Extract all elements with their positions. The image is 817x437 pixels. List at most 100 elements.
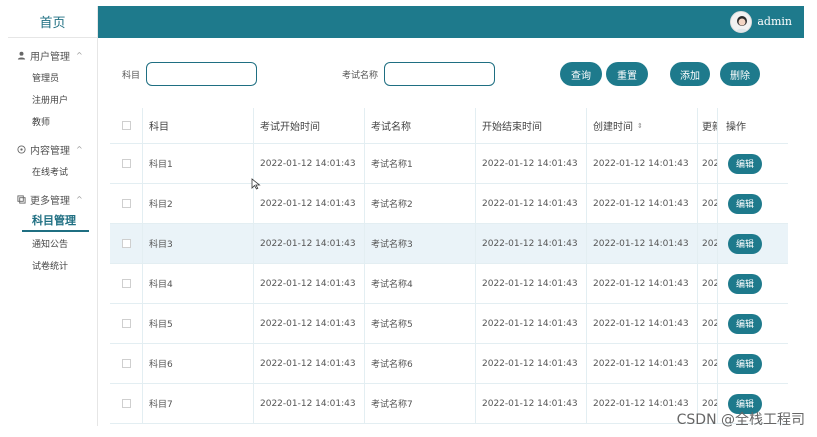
cell-exam-name: 考试名称7 bbox=[365, 384, 476, 423]
cell-exam-name: 考试名称1 bbox=[365, 144, 476, 183]
select-all-checkbox[interactable] bbox=[121, 121, 131, 130]
cell-created-time: 2022-01-12 14:01:43 bbox=[587, 184, 698, 223]
cell-updated: 2022 bbox=[698, 224, 718, 263]
cell-subject: 科目3 bbox=[143, 224, 254, 263]
sort-icon[interactable]: ⇕ bbox=[637, 122, 643, 130]
row-select-cell bbox=[110, 264, 143, 303]
edit-button[interactable]: 编辑 bbox=[728, 233, 762, 254]
cell-exam-name: 考试名称5 bbox=[365, 304, 476, 343]
cell-subject: 科目4 bbox=[143, 264, 254, 303]
column-header: 考试名称 bbox=[365, 108, 476, 143]
exam-name-input[interactable] bbox=[384, 62, 495, 86]
table-row: 科目6 2022-01-12 14:01:43 考试名称6 2022-01-12… bbox=[110, 344, 788, 384]
sidebar-group-more-management[interactable]: 更多管理 ^ bbox=[8, 188, 97, 210]
cell-subject: 科目5 bbox=[143, 304, 254, 343]
column-header-label: 创建时间 bbox=[593, 122, 633, 133]
cell-created-time: 2022-01-12 14:01:43 bbox=[587, 144, 698, 183]
cell-actions: 编辑 bbox=[718, 304, 788, 343]
cell-start-time: 2022-01-12 14:01:43 bbox=[254, 184, 365, 223]
row-checkbox[interactable] bbox=[121, 279, 131, 288]
cell-created-time: 2022-01-12 14:01:43 bbox=[587, 344, 698, 383]
row-select-cell bbox=[110, 144, 143, 183]
cell-actions: 编辑 bbox=[718, 264, 788, 303]
cell-subject: 科目1 bbox=[143, 144, 254, 183]
data-table: 科目 考试开始时间 考试名称 开始结束时间 创建时间 ⇕ 更新 操作 科目1 2… bbox=[110, 108, 788, 424]
edit-button[interactable]: 编辑 bbox=[728, 273, 762, 294]
add-button[interactable]: 添加 bbox=[670, 62, 710, 86]
cell-start-time: 2022-01-12 14:01:43 bbox=[254, 264, 365, 303]
cell-updated: 2022 bbox=[698, 144, 718, 183]
row-select-cell bbox=[110, 304, 143, 343]
content-icon bbox=[16, 144, 26, 154]
cell-end-time: 2022-01-12 14:01:43 bbox=[476, 144, 587, 183]
table-row: 科目2 2022-01-12 14:01:43 考试名称2 2022-01-12… bbox=[110, 184, 788, 224]
cell-start-time: 2022-01-12 14:01:43 bbox=[254, 304, 365, 343]
table-row: 科目3 2022-01-12 14:01:43 考试名称3 2022-01-12… bbox=[110, 224, 788, 264]
sidebar: 首页 用户管理 ^ 管理员 注册用户 教师 内容管理 ^ 在线考试 更多管理 ^… bbox=[8, 6, 98, 426]
sidebar-item-teachers[interactable]: 教师 bbox=[8, 110, 97, 132]
sidebar-group-label: 更多管理 bbox=[30, 195, 70, 207]
mouse-cursor-icon bbox=[251, 178, 261, 190]
row-select-cell bbox=[110, 384, 143, 423]
delete-button[interactable]: 删除 bbox=[720, 62, 760, 86]
sidebar-group-content-management[interactable]: 内容管理 ^ bbox=[8, 138, 97, 160]
avatar[interactable] bbox=[730, 11, 752, 33]
row-checkbox[interactable] bbox=[121, 399, 131, 408]
edit-button[interactable]: 编辑 bbox=[728, 313, 762, 334]
cell-subject: 科目7 bbox=[143, 384, 254, 423]
exam-name-label: 考试名称 bbox=[342, 71, 379, 81]
row-checkbox[interactable] bbox=[121, 199, 131, 208]
cell-updated: 2022 bbox=[698, 304, 718, 343]
cell-actions: 编辑 bbox=[718, 344, 788, 383]
chevron-up-icon: ^ bbox=[76, 144, 83, 154]
sidebar-group-user-management[interactable]: 用户管理 ^ bbox=[8, 44, 97, 66]
watermark: CSDN @全栈工程司 bbox=[676, 412, 805, 428]
cell-actions: 编辑 bbox=[718, 224, 788, 263]
search-button[interactable]: 查询 bbox=[560, 62, 602, 86]
edit-button[interactable]: 编辑 bbox=[728, 153, 762, 174]
row-select-cell bbox=[110, 184, 143, 223]
column-header: 考试开始时间 bbox=[254, 108, 365, 143]
column-header-sortable[interactable]: 创建时间 ⇕ bbox=[587, 108, 698, 143]
cell-end-time: 2022-01-12 14:01:43 bbox=[476, 184, 587, 223]
edit-button[interactable]: 编辑 bbox=[728, 353, 762, 374]
cell-updated: 2022 bbox=[698, 184, 718, 223]
sidebar-item-paper-statistics[interactable]: 试卷统计 bbox=[8, 254, 97, 276]
sidebar-item-subject-management[interactable]: 科目管理 bbox=[22, 210, 89, 232]
row-checkbox[interactable] bbox=[121, 159, 131, 168]
cell-end-time: 2022-01-12 14:01:43 bbox=[476, 344, 587, 383]
cell-created-time: 2022-01-12 14:01:43 bbox=[587, 264, 698, 303]
chevron-up-icon: ^ bbox=[76, 194, 83, 204]
cell-start-time: 2022-01-12 14:01:43 bbox=[254, 144, 365, 183]
username[interactable]: admin bbox=[757, 15, 792, 28]
cell-actions: 编辑 bbox=[718, 144, 788, 183]
reset-button[interactable]: 重置 bbox=[606, 62, 648, 86]
cell-exam-name: 考试名称2 bbox=[365, 184, 476, 223]
top-bar: admin bbox=[98, 6, 804, 38]
sidebar-item-announcements[interactable]: 通知公告 bbox=[8, 232, 97, 254]
cell-updated: 2022 bbox=[698, 344, 718, 383]
chevron-up-icon: ^ bbox=[76, 50, 83, 60]
cell-start-time: 2022-01-12 14:01:43 bbox=[254, 384, 365, 423]
sidebar-item-registered-users[interactable]: 注册用户 bbox=[8, 88, 97, 110]
select-all-cell bbox=[110, 108, 143, 143]
sidebar-home-link[interactable]: 首页 bbox=[8, 6, 97, 38]
sidebar-item-admins[interactable]: 管理员 bbox=[8, 66, 97, 88]
sidebar-item-online-exam[interactable]: 在线考试 bbox=[8, 160, 97, 182]
row-select-cell bbox=[110, 344, 143, 383]
row-checkbox[interactable] bbox=[121, 359, 131, 368]
cell-end-time: 2022-01-12 14:01:43 bbox=[476, 304, 587, 343]
cell-updated: 2022 bbox=[698, 264, 718, 303]
cell-subject: 科目6 bbox=[143, 344, 254, 383]
filter-bar: 科目 考试名称 查询 重置 添加 删除 bbox=[98, 58, 804, 92]
subject-input[interactable] bbox=[146, 62, 257, 86]
row-checkbox[interactable] bbox=[121, 319, 131, 328]
table-row: 科目4 2022-01-12 14:01:43 考试名称4 2022-01-12… bbox=[110, 264, 788, 304]
sidebar-group-label: 用户管理 bbox=[30, 51, 70, 63]
cell-end-time: 2022-01-12 14:01:43 bbox=[476, 224, 587, 263]
cell-created-time: 2022-01-12 14:01:43 bbox=[587, 224, 698, 263]
cell-subject: 科目2 bbox=[143, 184, 254, 223]
column-header: 更新 bbox=[698, 108, 718, 143]
row-checkbox[interactable] bbox=[121, 239, 131, 248]
edit-button[interactable]: 编辑 bbox=[728, 193, 762, 214]
